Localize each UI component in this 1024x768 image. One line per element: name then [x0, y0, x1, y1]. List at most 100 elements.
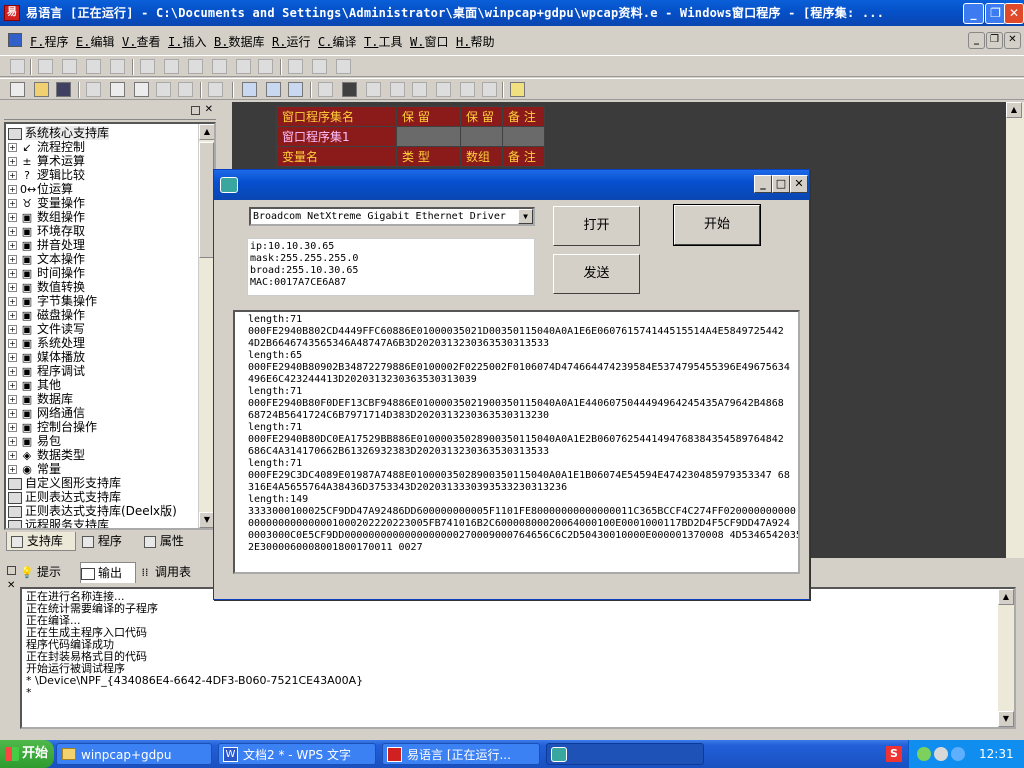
mdi-restore-button[interactable]: ❐	[986, 32, 1003, 49]
align-middle-icon[interactable]	[140, 59, 155, 74]
tree-item[interactable]: +0↔位运算	[8, 182, 203, 196]
volume-icon[interactable]	[951, 747, 965, 761]
tree-lib[interactable]: 正则表达式支持库	[8, 490, 203, 504]
expand-icon[interactable]: +	[8, 227, 17, 236]
program-window[interactable]: _ □ ✕ Broadcom NetXtreme Gigabit Etherne…	[213, 169, 810, 600]
expand-icon[interactable]: +	[8, 409, 17, 418]
same-height-icon[interactable]	[212, 59, 227, 74]
tree-item[interactable]: + ▣ 易包	[8, 434, 203, 448]
tree-item[interactable]: + ♉ 变量操作	[8, 196, 203, 210]
tree-item[interactable]: + ▣ 数值转换	[8, 280, 203, 294]
app-menu-icon[interactable]	[8, 33, 22, 47]
grid-icon[interactable]	[336, 59, 351, 74]
expand-icon[interactable]: +	[8, 255, 17, 264]
tree-root[interactable]: 系统核心支持库	[8, 126, 203, 140]
cut-icon[interactable]	[86, 82, 101, 97]
menu-view[interactable]: V.查看	[122, 33, 160, 50]
tree-item[interactable]: + ▣ 磁盘操作	[8, 308, 203, 322]
panel-close-icon[interactable]: ✕	[7, 580, 15, 591]
output-pane[interactable]: 正在进行名称连接... 正在统计需要编译的子程序 正在编译... 正在生成主程序…	[20, 587, 1016, 729]
expand-icon[interactable]: +	[8, 395, 17, 404]
tree-lib[interactable]: 正则表达式支持库(Deelx版)	[8, 504, 203, 518]
empty-cell[interactable]	[396, 126, 461, 147]
space-v-icon[interactable]	[258, 59, 273, 74]
scroll-thumb[interactable]	[199, 142, 214, 258]
packet-log[interactable]: length:71 000FE2940B802CD4449FFC60886E01…	[233, 310, 800, 574]
tab-hint[interactable]: 💡 提示	[20, 562, 78, 583]
tab-support-library[interactable]: 支持库	[6, 532, 76, 551]
panel-pin-icon[interactable]	[7, 566, 16, 575]
panel-pin-icon[interactable]	[191, 106, 200, 115]
bottom-panel-gripper[interactable]: ✕	[4, 560, 18, 730]
empty-cell[interactable]	[502, 126, 545, 147]
send-button[interactable]: 发送	[553, 254, 640, 294]
expand-icon[interactable]: +	[8, 297, 17, 306]
program-window-title-bar[interactable]: _ □ ✕	[214, 170, 809, 200]
tree-item[interactable]: + ▣ 程序调试	[8, 364, 203, 378]
redo-icon[interactable]	[178, 82, 193, 97]
tab-call-stack[interactable]: ⁞⁞ 调用表	[138, 562, 212, 583]
expand-icon[interactable]: +	[8, 241, 17, 250]
expand-icon[interactable]: +	[8, 325, 17, 334]
expand-icon[interactable]: +	[8, 283, 17, 292]
minimize-button[interactable]: _	[963, 3, 984, 24]
run-to-cursor-icon[interactable]	[436, 82, 451, 97]
paste-icon[interactable]	[134, 82, 149, 97]
tree-item[interactable]: + ▣ 其他	[8, 378, 203, 392]
save-icon[interactable]	[56, 82, 71, 97]
assembly-name-cell[interactable]: 窗口程序集1	[276, 126, 397, 147]
window-tile-icon[interactable]	[266, 82, 281, 97]
output-scrollbar[interactable]: ▲ ▼	[998, 589, 1014, 727]
clock[interactable]: 12:31	[979, 740, 1014, 768]
expand-icon[interactable]: +	[8, 311, 17, 320]
expand-icon[interactable]: +	[8, 339, 17, 348]
title-bar[interactable]: 易 易语言 [正在运行] - C:\Documents and Settings…	[0, 0, 1024, 26]
center-h-icon[interactable]	[288, 59, 303, 74]
expand-icon[interactable]: +	[8, 367, 17, 376]
tree-item[interactable]: + ▣ 媒体播放	[8, 350, 203, 364]
expand-icon[interactable]: +	[8, 437, 17, 446]
step-into-icon[interactable]	[366, 82, 381, 97]
stop-icon[interactable]	[342, 82, 357, 97]
tab-properties[interactable]: 属性	[140, 532, 200, 551]
tree-item[interactable]: + ◉ 常量	[8, 462, 203, 476]
menu-window[interactable]: W.窗口	[410, 33, 448, 50]
menu-compile[interactable]: C.编译	[318, 33, 356, 50]
open-button[interactable]: 打开	[553, 206, 640, 246]
expand-icon[interactable]: +	[8, 381, 17, 390]
scroll-up-icon[interactable]: ▲	[1006, 102, 1022, 118]
menu-tools[interactable]: T.工具	[364, 33, 402, 50]
close-button[interactable]: ✕	[1004, 3, 1024, 24]
input-method-icon[interactable]: S	[886, 746, 902, 762]
task-program-window[interactable]	[546, 743, 704, 765]
expand-icon[interactable]: +	[8, 185, 17, 194]
menu-program[interactable]: F.程序	[30, 33, 68, 50]
mdi-minimize-button[interactable]: _	[968, 32, 985, 49]
expand-icon[interactable]: +	[8, 213, 17, 222]
tree-item[interactable]: + ▣ 网络通信	[8, 406, 203, 420]
expand-icon[interactable]: +	[8, 171, 17, 180]
find-icon[interactable]	[208, 82, 223, 97]
align-right-icon[interactable]	[86, 59, 101, 74]
tree-item[interactable]: + ▣ 数据库	[8, 392, 203, 406]
tree-item[interactable]: + ◈ 数据类型	[8, 448, 203, 462]
expand-icon[interactable]: +	[8, 269, 17, 278]
align-left-icon[interactable]	[38, 59, 53, 74]
hand-icon[interactable]	[482, 82, 497, 97]
tree-item[interactable]: + ▣ 时间操作	[8, 266, 203, 280]
tree-item[interactable]: + ▣ 控制台操作	[8, 420, 203, 434]
align-icon[interactable]	[10, 59, 25, 74]
menu-insert[interactable]: I.插入	[168, 33, 206, 50]
step-out-icon[interactable]	[412, 82, 427, 97]
expand-icon[interactable]: +	[8, 353, 17, 362]
undo-icon[interactable]	[156, 82, 171, 97]
tab-program[interactable]: 程序	[78, 532, 138, 551]
tree-item[interactable]: +? 逻辑比较	[8, 168, 203, 182]
task-wps[interactable]: W 文档2 * - WPS 文字	[218, 743, 376, 765]
scroll-down-icon[interactable]: ▼	[998, 711, 1014, 727]
step-over-icon[interactable]	[390, 82, 405, 97]
menu-edit[interactable]: E.编辑	[76, 33, 114, 50]
tree-item[interactable]: + ▣ 拼音处理	[8, 238, 203, 252]
tree-lib[interactable]: 远程服务支持库	[8, 518, 203, 528]
tree-item[interactable]: + ▣ 环境存取	[8, 224, 203, 238]
